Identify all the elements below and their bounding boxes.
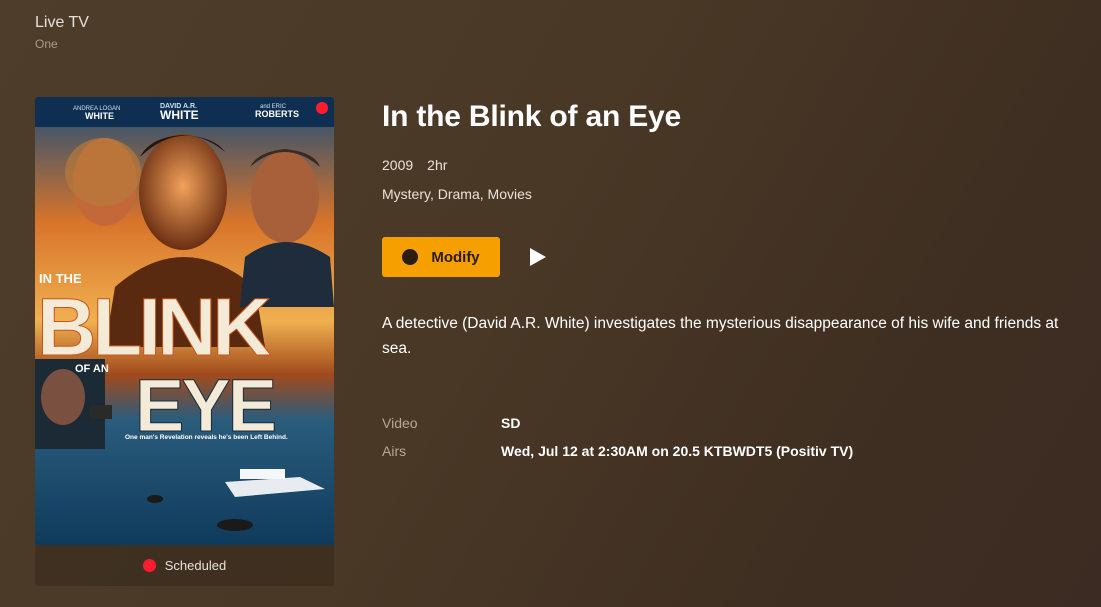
recording-indicator-icon [316, 102, 328, 114]
cast-right-last: ROBERTS [255, 109, 299, 119]
detail-row-video: Video SD [382, 409, 853, 437]
poster-tagline: One man's Revelation reveals he's been L… [125, 434, 288, 441]
program-description: A detective (David A.R. White) investiga… [382, 315, 1059, 357]
poster-title-of-an: OF AN [75, 363, 109, 375]
recording-status: Scheduled [35, 545, 334, 586]
modify-recording-button[interactable]: Modify [382, 237, 500, 277]
program-title: In the Blink of an Eye [382, 100, 681, 133]
poster-card[interactable]: ANDREA LOGAN WHITE DAVID A.R. WHITE and … [35, 97, 334, 586]
play-button[interactable] [524, 245, 550, 269]
page-title: Live TV [35, 14, 89, 31]
detail-row-airs: Airs Wed, Jul 12 at 2:30AM on 20.5 KTBWD… [382, 437, 853, 465]
modify-label: Modify [431, 248, 480, 266]
play-icon [530, 248, 546, 266]
detail-value: Wed, Jul 12 at 2:30AM on 20.5 KTBWDT5 (P… [501, 443, 854, 459]
detail-value: SD [501, 415, 521, 431]
program-duration: 2hr [427, 157, 448, 173]
cast-mid-last: WHITE [160, 108, 199, 122]
cast-left-last: WHITE [85, 111, 114, 121]
poster-art: ANDREA LOGAN WHITE DAVID A.R. WHITE and … [35, 97, 334, 545]
program-details: Video SD Airs Wed, Jul 12 at 2:30AM on 2… [382, 409, 853, 465]
poster-image: ANDREA LOGAN WHITE DAVID A.R. WHITE and … [35, 97, 334, 545]
recording-status-label: Scheduled [164, 558, 227, 573]
header: Live TV One [35, 14, 89, 51]
program-meta: 2009 2hr [382, 157, 447, 173]
record-dot-icon [142, 559, 156, 572]
record-icon [402, 249, 419, 265]
detail-label: Airs [382, 443, 407, 459]
channel-subtitle: One [35, 37, 58, 51]
program-genres: Mystery, Drama, Movies [382, 186, 532, 202]
program-year: 2009 [382, 157, 414, 173]
poster-title-blink: BLINK [37, 282, 271, 373]
detail-label: Video [382, 415, 418, 431]
